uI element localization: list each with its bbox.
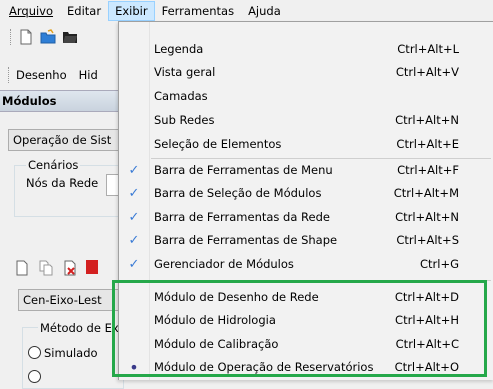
nodes-label: Nós da Rede [26, 176, 99, 190]
menu-item-modulo-calibracao[interactable]: Módulo de Calibração Ctrl+Alt+C [119, 333, 493, 356]
red-block-icon[interactable] [86, 260, 98, 274]
menu-item-modulo-desenho[interactable]: Módulo de Desenho de Rede Ctrl+Alt+D [119, 286, 493, 309]
menu-item-sub-redes[interactable]: Sub Redes Ctrl+Alt+N [119, 109, 493, 132]
new-file-icon[interactable] [18, 29, 34, 45]
menu-item-vista-geral[interactable]: Vista geral Ctrl+Alt+V [119, 61, 493, 84]
menu-item-camadas[interactable]: Camadas [119, 85, 493, 108]
menu-ajuda[interactable]: Ajuda [241, 1, 288, 21]
exibir-dropdown: Legenda Ctrl+Alt+L Vista geral Ctrl+Alt+V … [118, 21, 493, 380]
menu-bar: Arquivo Editar Exibir Ferramentas Ajuda [0, 0, 493, 22]
module-toolbar: Desenho Hid [0, 64, 120, 86]
open-file-icon[interactable] [40, 29, 56, 45]
menu-ferramentas[interactable]: Ferramentas [155, 1, 241, 21]
menu-item-barra-rede[interactable]: ✓ Barra de Ferramentas da Rede Ctrl+Alt+N [119, 206, 493, 229]
scenario-combo[interactable]: Cen-Eixo-Lest [18, 289, 134, 311]
scenarios-group-label: Cenários [26, 158, 81, 172]
delete-scenario-icon[interactable] [62, 260, 78, 279]
operation-combo[interactable]: Operação de Sist [8, 129, 134, 151]
copy-scenario-icon[interactable] [38, 260, 54, 279]
check-icon: ✓ [128, 257, 140, 272]
menu-item-legenda[interactable]: Legenda Ctrl+Alt+L [119, 38, 493, 61]
file-toolbar [0, 26, 120, 48]
menu-item-gerenciador-modulos[interactable]: ✓ Gerenciador de Módulos Ctrl+G [119, 253, 493, 276]
menu-item-modulo-operacao-reservatorios[interactable]: • Módulo de Operação de Reservatórios Ctrl… [119, 356, 493, 379]
menu-editar[interactable]: Editar [60, 1, 108, 21]
menu-exibir[interactable]: Exibir [108, 1, 155, 21]
menu-arquivo[interactable]: Arquivo [2, 1, 60, 21]
hid-tab[interactable]: Hid [79, 68, 98, 82]
folder-icon[interactable] [62, 29, 78, 45]
radio-second[interactable] [28, 370, 44, 384]
check-icon: ✓ [128, 210, 140, 225]
menu-item-barra-selecao-modulos[interactable]: ✓ Barra de Seleção de Módulos Ctrl+Alt+M [119, 182, 493, 205]
radio-circle-icon-2[interactable] [28, 370, 41, 383]
check-icon: ✓ [128, 186, 140, 201]
modules-panel: Operação de Sist Cenários Nós da Rede Ce… [0, 112, 134, 389]
menu-separator [151, 280, 491, 281]
menu-item-barra-menu[interactable]: ✓ Barra de Ferramentas de Menu Ctrl+Alt+F [119, 159, 493, 182]
radio-circle-icon[interactable] [28, 346, 41, 359]
desenho-tab[interactable]: Desenho [16, 68, 67, 82]
check-icon: ✓ [128, 163, 140, 178]
menu-item-modulo-hidrologia[interactable]: Módulo de Hidrologia Ctrl+Alt+H [119, 309, 493, 332]
toolbar-grip-2[interactable] [8, 67, 12, 83]
radio-simulado[interactable]: Simulado [28, 346, 98, 360]
method-group-label: Método de Ex [38, 321, 121, 335]
menu-item-selecao-elementos[interactable]: Seleção de Elementos Ctrl+Alt+E [119, 133, 493, 156]
radio-simulado-label: Simulado [44, 346, 98, 360]
bullet-icon: • [129, 358, 139, 377]
check-icon: ✓ [128, 233, 140, 248]
toolbar-grip[interactable] [10, 29, 14, 45]
panel-title: Módulos [0, 90, 122, 112]
new-scenario-icon[interactable] [14, 260, 30, 279]
menu-item-barra-shape[interactable]: ✓ Barra de Ferramentas de Shape Ctrl+Alt+S [119, 229, 493, 252]
